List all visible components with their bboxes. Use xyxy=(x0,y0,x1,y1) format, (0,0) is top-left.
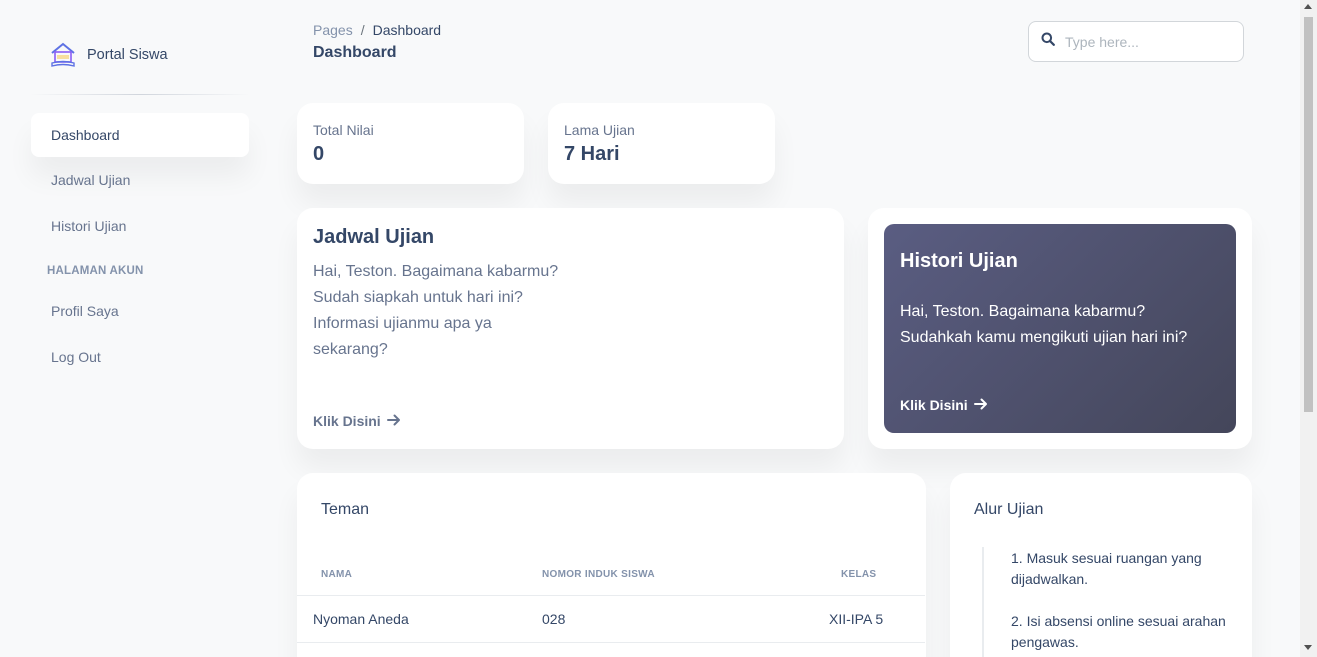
search-input[interactable] xyxy=(1065,33,1225,50)
card-text: Hai, Teston. Bagaimana kabarmu? Sudah si… xyxy=(313,263,559,358)
stat-label: Total Nilai xyxy=(313,122,374,138)
card-title: Jadwal Ujian xyxy=(313,226,435,248)
sidebar-item-label: Log Out xyxy=(51,349,101,365)
brand[interactable]: Portal Siswa xyxy=(49,42,168,68)
stat-value: 0 xyxy=(313,143,325,165)
search-icon xyxy=(1041,32,1055,51)
arrow-right-icon xyxy=(973,397,988,413)
search-box[interactable] xyxy=(1028,21,1244,62)
column-header-kelas: KELAS xyxy=(841,569,877,580)
alur-ujian-card: Alur Ujian 1. Masuk sesuai ruangan yang … xyxy=(950,473,1252,657)
cell-nama: Nyoman Aneda xyxy=(313,611,409,627)
card-title: Histori Ujian xyxy=(900,250,1018,272)
school-house-book-icon xyxy=(49,42,77,68)
sidebar-item-label: Jadwal Ujian xyxy=(51,172,131,188)
stat-label: Lama Ujian xyxy=(564,122,635,138)
histori-gradient-panel: Histori Ujian Hai, Teston. Bagaimana kab… xyxy=(884,224,1236,433)
breadcrumb-root[interactable]: Pages xyxy=(313,22,353,38)
jadwal-klik-disini-link[interactable]: Klik Disini xyxy=(313,413,401,429)
sidebar-item-log-out[interactable]: Log Out xyxy=(31,335,249,379)
link-label: Klik Disini xyxy=(313,413,381,429)
card-title: Teman xyxy=(321,501,370,518)
sidebar: Portal Siswa Dashboard Jadwal Ujian Hist… xyxy=(0,0,270,657)
histori-klik-disini-link[interactable]: Klik Disini xyxy=(900,397,988,413)
sidebar-item-label: Histori Ujian xyxy=(51,218,127,234)
column-header-nama: NAMA xyxy=(321,569,353,580)
arrow-right-icon xyxy=(386,413,401,429)
scroll-up-icon[interactable] xyxy=(1304,4,1312,9)
sidebar-item-label: Dashboard xyxy=(51,127,120,143)
sidebar-item-dashboard[interactable]: Dashboard xyxy=(31,113,249,157)
sidebar-item-profil-saya[interactable]: Profil Saya xyxy=(31,289,249,333)
alur-step: 2. Isi absensi online sesuai arahan peng… xyxy=(1011,613,1226,650)
page-title: Dashboard xyxy=(313,44,397,61)
scroll-down-icon[interactable] xyxy=(1304,645,1312,650)
breadcrumb: Pages / Dashboard xyxy=(313,22,441,38)
stat-card-lama-ujian: Lama Ujian 7 Hari xyxy=(548,103,775,184)
breadcrumb-current: Dashboard xyxy=(372,22,442,38)
brand-name: Portal Siswa xyxy=(87,47,168,63)
card-title: Alur Ujian xyxy=(974,501,1044,518)
sidebar-item-label: Profil Saya xyxy=(51,303,119,319)
cell-kelas: XII-IPA 5 xyxy=(829,611,884,627)
link-label: Klik Disini xyxy=(900,397,968,413)
scroll-thumb[interactable] xyxy=(1304,17,1313,412)
page-scrollbar[interactable] xyxy=(1300,0,1317,657)
sidebar-item-jadwal-ujian[interactable]: Jadwal Ujian xyxy=(31,158,249,202)
jadwal-ujian-card: Jadwal Ujian Hai, Teston. Bagaimana kaba… xyxy=(297,208,844,449)
histori-ujian-card: Histori Ujian Hai, Teston. Bagaimana kab… xyxy=(868,208,1252,449)
sidebar-item-histori-ujian[interactable]: Histori Ujian xyxy=(31,204,249,248)
teman-card: Teman NAMA NOMOR INDUK SISWA KELAS Nyoma… xyxy=(297,473,926,657)
alur-step: 1. Masuk sesuai ruangan yang dijadwalkan… xyxy=(1011,550,1202,587)
column-header-nis: NOMOR INDUK SISWA xyxy=(542,569,655,580)
table-row: Nyoman Aneda 028 XII-IPA 5 xyxy=(297,597,925,643)
card-text: Hai, Teston. Bagaimana kabarmu? Sudahkah… xyxy=(900,303,1188,346)
cell-nis: 028 xyxy=(542,611,566,627)
sidebar-section-heading: HALAMAN AKUN xyxy=(47,265,144,277)
stat-card-total-nilai: Total Nilai 0 xyxy=(297,103,524,184)
stat-value: 7 Hari xyxy=(564,143,620,165)
timeline-line xyxy=(982,547,984,657)
sidebar-divider xyxy=(30,94,250,95)
table-header: NAMA NOMOR INDUK SISWA KELAS xyxy=(297,566,925,596)
breadcrumb-separator: / xyxy=(360,22,365,38)
